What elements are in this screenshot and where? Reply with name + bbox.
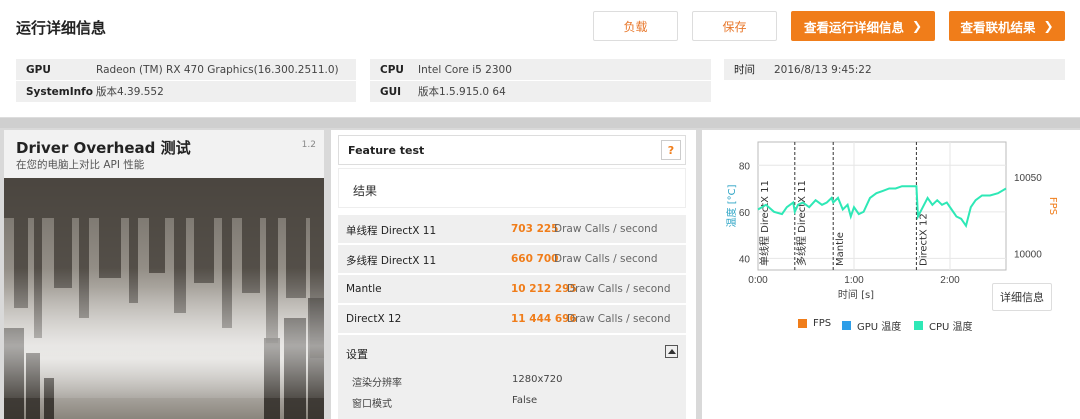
y2-tick-label: 10050 xyxy=(1014,173,1042,184)
legend-label: GPU 温度 xyxy=(857,322,902,333)
gui-label: GUI xyxy=(380,85,402,98)
result-row: 单线程 DirectX 11 703 225 Draw Calls / seco… xyxy=(338,215,686,243)
cpu-value: Intel Core i5 2300 xyxy=(418,63,512,76)
test-name: Driver Overhead 测试 xyxy=(16,139,191,157)
result-score: 703 225 xyxy=(511,223,559,235)
view-online-button[interactable]: 查看联机结果 ❯ xyxy=(949,11,1065,41)
collapse-icon[interactable] xyxy=(665,345,678,358)
legend-swatch xyxy=(914,321,923,330)
chevron-right-icon: ❯ xyxy=(1043,19,1054,33)
legend-item-gpu-temp: GPU 温度 xyxy=(842,318,901,333)
results-label: 结果 xyxy=(353,184,378,198)
gui-row: GUI 版本1.5.915.0 64 xyxy=(370,81,711,102)
watermark-logo: 值 xyxy=(912,377,942,407)
feature-test-header: Feature test ? xyxy=(338,135,686,165)
legend-swatch xyxy=(842,321,851,330)
y-axis-label-left: 温度 [°C] xyxy=(725,184,738,227)
legend-label: CPU 温度 xyxy=(929,322,973,333)
setting-value: False xyxy=(512,395,538,406)
result-name: DirectX 12 xyxy=(346,313,402,325)
gui-value: 版本1.5.915.0 64 xyxy=(418,86,506,98)
result-row: 多线程 DirectX 11 660 700 Draw Calls / seco… xyxy=(338,245,686,273)
result-row: Mantle 10 212 295 Draw Calls / second xyxy=(338,275,686,303)
phase-label: 单线程 DirectX 11 xyxy=(758,180,771,266)
y-tick-label: 40 xyxy=(739,254,751,265)
y-axis-label-right: FPS xyxy=(1047,197,1058,215)
page-title: 运行详细信息 xyxy=(16,19,107,37)
result-unit: Draw Calls / second xyxy=(567,283,671,295)
save-button[interactable]: 保存 xyxy=(692,11,777,41)
y2-tick-label: 10000 xyxy=(1014,250,1042,261)
phase-label: Mantle xyxy=(835,232,846,266)
x-axis-label: 时间 [s] xyxy=(838,288,874,301)
results-header: 结果 xyxy=(338,168,686,208)
gpu-value: Radeon (TM) RX 470 Graphics(16.300.2511.… xyxy=(96,63,339,76)
cpu-label: CPU xyxy=(380,63,404,76)
cpu-row: CPU Intel Core i5 2300 xyxy=(370,59,711,80)
y-tick-label: 60 xyxy=(739,208,751,219)
results-panel: Feature test ? 结果 单线程 DirectX 11 703 225… xyxy=(331,130,696,419)
gpu-row: GPU Radeon (TM) RX 470 Graphics(16.300.2… xyxy=(16,59,356,80)
chart-panel: 80 60 40 10050 10000 0:00 1:00 2:00 时间 [s] 温度 [°C… xyxy=(702,130,1080,419)
test-version: 1.2 xyxy=(301,140,316,150)
result-name: Mantle xyxy=(346,283,382,295)
y-tick-label: 80 xyxy=(739,161,751,172)
details-button[interactable]: 详细信息 xyxy=(992,283,1052,311)
sysinfo-value: 版本4.39.552 xyxy=(96,86,164,98)
watermark: 值 什么值得买 xyxy=(912,377,1028,407)
phase-label: DirectX 12 xyxy=(918,213,929,266)
divider xyxy=(0,118,1080,128)
legend-item-fps: FPS xyxy=(798,318,831,329)
view-online-label: 查看联机结果 xyxy=(960,19,1036,35)
help-button[interactable]: ? xyxy=(661,140,681,160)
result-name: 单线程 DirectX 11 xyxy=(346,225,437,237)
legend-item-cpu-temp: CPU 温度 xyxy=(914,318,973,333)
watermark-text: 什么值得买 xyxy=(948,384,1029,403)
settings-label: 设置 xyxy=(346,348,368,361)
load-button[interactable]: 负载 xyxy=(593,11,678,41)
result-unit: Draw Calls / second xyxy=(567,313,671,325)
view-details-label: 查看运行详细信息 xyxy=(803,19,904,35)
legend-label: FPS xyxy=(813,318,832,329)
test-artwork-image xyxy=(4,178,324,419)
sysinfo-row: SystemInfo 版本4.39.552 xyxy=(16,81,356,102)
time-row: 时间 2016/8/13 9:45:22 xyxy=(724,59,1065,80)
setting-value: 1280x720 xyxy=(512,374,563,385)
legend-swatch xyxy=(798,319,807,328)
result-score: 660 700 xyxy=(511,253,559,265)
view-details-button[interactable]: 查看运行详细信息 ❯ xyxy=(791,11,935,41)
setting-row: 渲染分辨率 1280x720 xyxy=(338,370,686,391)
result-row: DirectX 12 11 444 696 Draw Calls / secon… xyxy=(338,305,686,333)
setting-key: 渲染分辨率 xyxy=(352,378,402,389)
result-name: 多线程 DirectX 11 xyxy=(346,255,437,267)
result-unit: Draw Calls / second xyxy=(554,223,658,235)
gpu-label: GPU xyxy=(26,63,51,76)
plot-area xyxy=(757,141,1007,271)
chevron-right-icon: ❯ xyxy=(911,19,923,33)
sysinfo-label: SystemInfo xyxy=(26,85,93,98)
phase-label: 多线程 DirectX 11 xyxy=(795,180,808,266)
x-tick-label: 0:00 xyxy=(748,275,768,286)
x-tick-label: 2:00 xyxy=(940,275,960,286)
time-label: 时间 xyxy=(734,64,755,76)
time-value: 2016/8/13 9:45:22 xyxy=(774,63,872,76)
x-tick-label: 1:00 xyxy=(844,275,864,286)
settings-section: 设置 渲染分辨率 1280x720 窗口模式 False xyxy=(338,335,686,419)
header-panel: 运行详细信息 负载 保存 查看运行详细信息 ❯ 查看联机结果 ❯ GPU Rad… xyxy=(0,0,1080,118)
feature-test-label: Feature test xyxy=(348,144,425,157)
test-subtitle: 在您的电脑上对比 API 性能 xyxy=(16,159,145,171)
result-unit: Draw Calls / second xyxy=(554,253,658,265)
setting-row: 窗口模式 False xyxy=(338,391,686,412)
test-panel: Driver Overhead 测试 1.2 在您的电脑上对比 API 性能 xyxy=(4,130,324,419)
setting-key: 窗口模式 xyxy=(352,399,392,410)
